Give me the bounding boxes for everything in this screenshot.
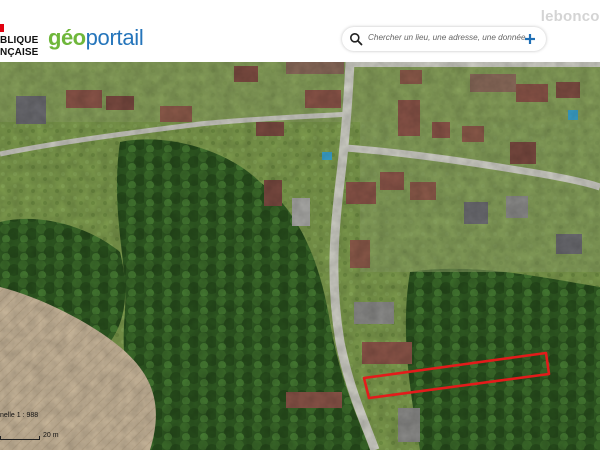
government-logo-line2: NÇAISE <box>0 47 39 58</box>
app-header: BLIQUE NÇAISE géoportail Chercher un lie… <box>0 0 600 62</box>
watermark: leboncoi <box>540 8 600 25</box>
scale-indicator: nelle 1 : 988 20 m <box>0 410 62 446</box>
government-logo: BLIQUE NÇAISE <box>0 24 40 58</box>
plus-icon <box>525 34 535 44</box>
logo-portail-text: portail <box>85 25 144 50</box>
search-icon[interactable] <box>349 32 363 46</box>
map-view[interactable] <box>0 62 600 450</box>
government-logo-line1: BLIQUE <box>0 35 39 46</box>
search-placeholder: Chercher un lieu, une adresse, une donné… <box>368 33 526 42</box>
flag-icon <box>0 24 4 32</box>
geoportail-logo[interactable]: géoportail <box>48 25 144 55</box>
scale-bar <box>0 436 40 440</box>
add-button[interactable] <box>520 30 540 48</box>
scale-ratio: nelle 1 : 988 <box>0 412 39 419</box>
aerial-imagery[interactable] <box>0 62 600 450</box>
logo-geo-text: géo <box>48 25 86 50</box>
search-input[interactable]: Chercher un lieu, une adresse, une donné… <box>342 27 546 51</box>
scale-bar-label: 20 m <box>43 432 59 439</box>
